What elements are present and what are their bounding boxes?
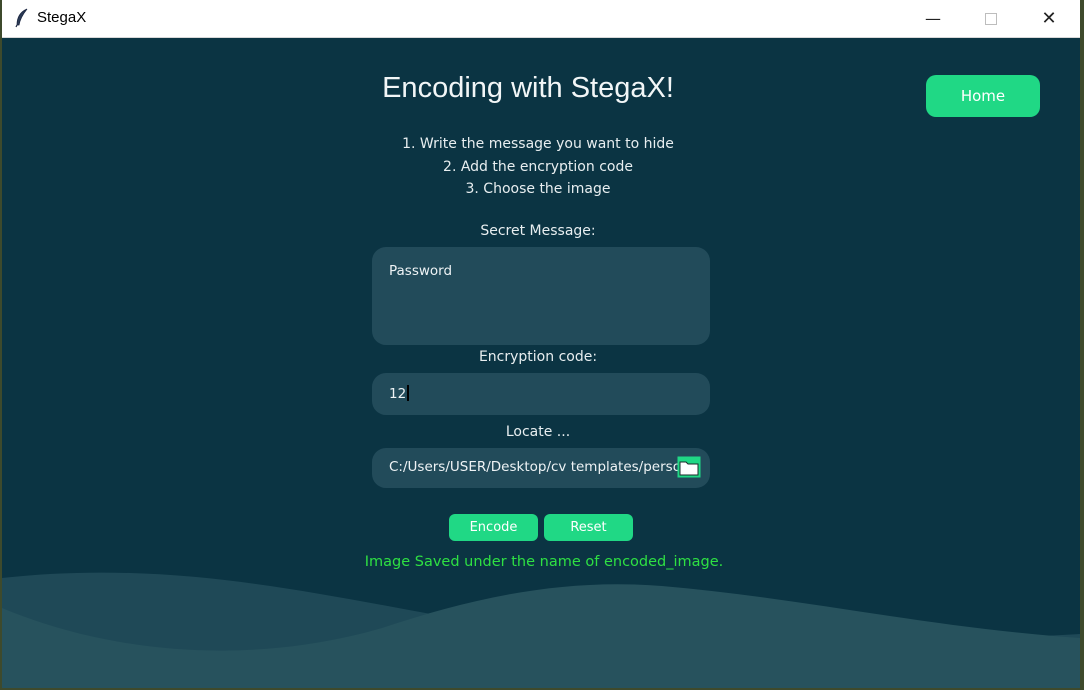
secret-message-textarea[interactable]: Password [372, 247, 710, 345]
close-button[interactable]: ✕ [1020, 0, 1078, 37]
secret-message-label: Secret Message: [480, 223, 596, 239]
secret-message-value: Password [389, 263, 453, 279]
maximize-button[interactable] [962, 0, 1020, 37]
instruction-step: 2. Add the encryption code [443, 158, 633, 175]
app-window: StegaX — ✕ Encoding with StegaX! Home 1.… [2, 0, 1080, 688]
encryption-code-label: Encryption code: [478, 349, 598, 365]
text-cursor [407, 385, 410, 401]
browse-button[interactable] [677, 455, 701, 479]
folder-icon [677, 456, 701, 478]
feather-icon [14, 8, 30, 28]
file-path-input[interactable]: C:/Users/USER/Desktop/cv templates/perso… [372, 448, 710, 488]
encode-button[interactable]: Encode [449, 514, 538, 541]
minimize-icon: — [925, 9, 941, 28]
close-icon: ✕ [1041, 8, 1057, 29]
encryption-code-value: 12 [389, 386, 407, 402]
file-path-value: C:/Users/USER/Desktop/cv templates/perso… [389, 459, 679, 475]
locate-label: Locate ... [505, 424, 571, 440]
instructions: 1. Write the message you want to hide 2.… [2, 133, 1074, 201]
reset-button[interactable]: Reset [544, 514, 633, 541]
minimize-button[interactable]: — [904, 0, 962, 37]
page-title: Encoding with StegaX! [382, 72, 674, 104]
window-title: StegaX [37, 9, 87, 26]
title-bar: StegaX — ✕ [2, 0, 1080, 38]
home-button[interactable]: Home [926, 75, 1040, 117]
encryption-code-input[interactable]: 12 [372, 373, 710, 415]
instruction-step: 3. Choose the image [465, 181, 611, 197]
main-content: Encoding with StegaX! Home 1. Write the … [2, 38, 1080, 688]
instruction-step: 1. Write the message you want to hide [402, 136, 674, 152]
encryption-code-text: 12 [389, 385, 410, 402]
maximize-icon [985, 12, 997, 25]
status-message: Image Saved under the name of encoded_im… [364, 554, 724, 570]
